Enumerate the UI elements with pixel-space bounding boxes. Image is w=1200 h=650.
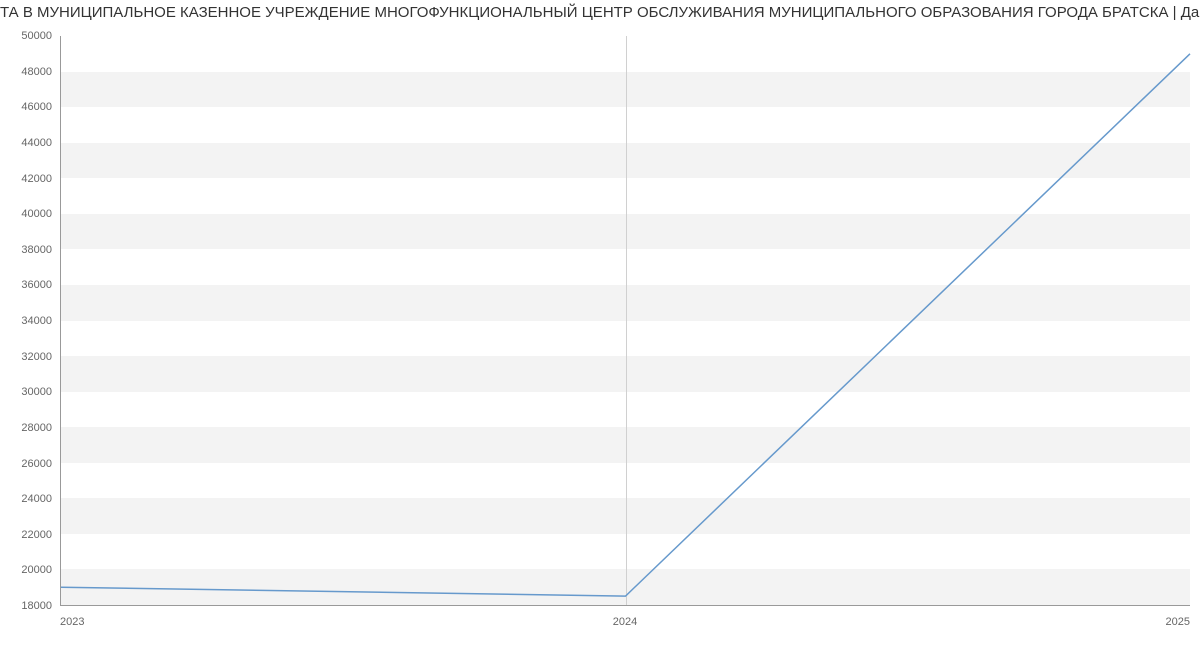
y-axis: 18000 20000 22000 24000 26000 28000 30000 32000… [0, 26, 58, 636]
y-tick-label: 18000 [21, 600, 52, 612]
x-tick-label: 2023 [60, 616, 84, 628]
x-axis: 2023 2024 2025 [60, 612, 1190, 636]
y-tick-label: 30000 [21, 386, 52, 398]
chart-container: 18000 20000 22000 24000 26000 28000 30000 32000… [0, 26, 1200, 636]
x-tick-label: 2025 [1166, 616, 1190, 628]
y-tick-label: 22000 [21, 529, 52, 541]
chart-title: ТА В МУНИЦИПАЛЬНОЕ КАЗЕННОЕ УЧРЕЖДЕНИЕ М… [0, 0, 1200, 26]
y-tick-label: 50000 [21, 30, 52, 42]
y-tick-label: 40000 [21, 208, 52, 220]
y-tick-label: 38000 [21, 244, 52, 256]
y-tick-label: 24000 [21, 493, 52, 505]
y-tick-label: 44000 [21, 137, 52, 149]
x-tick-label: 2024 [613, 616, 637, 628]
y-tick-label: 36000 [21, 279, 52, 291]
y-tick-label: 20000 [21, 564, 52, 576]
y-tick-label: 42000 [21, 173, 52, 185]
y-tick-label: 28000 [21, 422, 52, 434]
y-tick-label: 34000 [21, 315, 52, 327]
y-tick-label: 26000 [21, 458, 52, 470]
data-line [61, 54, 1190, 596]
plot-area [60, 36, 1190, 606]
y-tick-label: 32000 [21, 351, 52, 363]
line-series [61, 36, 1190, 605]
y-tick-label: 46000 [21, 101, 52, 113]
y-tick-label: 48000 [21, 66, 52, 78]
